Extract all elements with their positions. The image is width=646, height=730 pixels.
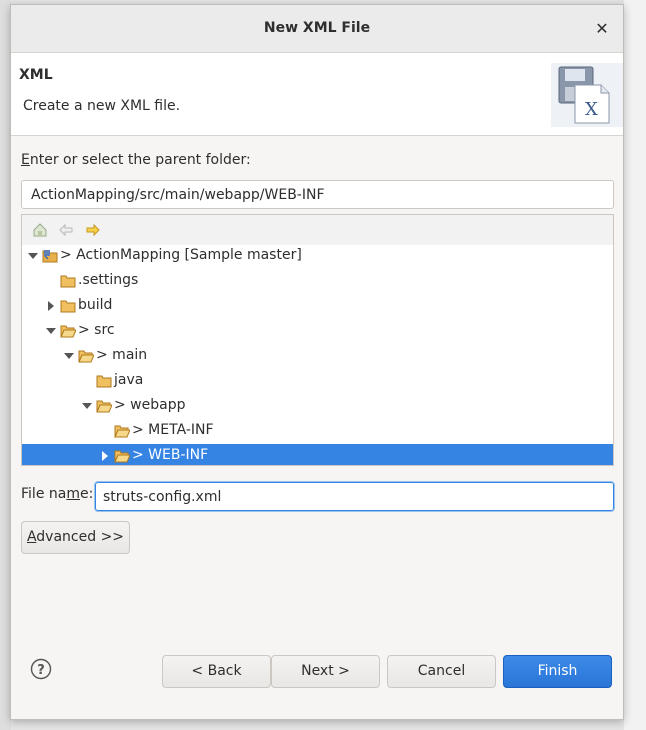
file-name-input[interactable] xyxy=(94,481,615,512)
dialog-titlebar: New XML File ✕ xyxy=(11,5,623,53)
back-button[interactable]: < Back xyxy=(162,655,271,688)
help-icon[interactable]: ? xyxy=(30,658,52,680)
tree-item-webapp[interactable]: > webapp xyxy=(22,394,613,419)
finish-button[interactable]: Finish xyxy=(503,655,612,688)
tree-item-label: > ActionMapping [Sample master] xyxy=(60,247,302,263)
tree-toolbar xyxy=(22,215,613,245)
tree-item-label: > META-INF xyxy=(132,422,214,438)
wizard-banner: XML Create a new XML file. X xyxy=(11,53,623,136)
tree-item-label: > src xyxy=(78,322,115,338)
open-folder-icon xyxy=(114,450,130,463)
forward-arrow-icon[interactable] xyxy=(84,221,102,239)
tree-item-label: > WEB-INF xyxy=(132,447,209,463)
tree-item-label: > main xyxy=(96,347,148,363)
folder-icon xyxy=(96,375,112,388)
project-icon xyxy=(42,250,58,263)
chevron-right-icon[interactable] xyxy=(46,301,56,311)
parent-folder-input[interactable] xyxy=(21,180,614,209)
chevron-down-icon[interactable] xyxy=(46,326,56,336)
advanced-button[interactable]: Advanced >> xyxy=(21,521,130,554)
open-folder-icon xyxy=(114,425,130,438)
open-folder-icon xyxy=(78,350,94,363)
tree-item-actionmapping[interactable]: > ActionMapping [Sample master] xyxy=(22,244,613,269)
tree-item-settings[interactable]: .settings xyxy=(22,269,613,294)
back-arrow-icon[interactable] xyxy=(57,221,75,239)
tree-item-label: java xyxy=(114,372,144,388)
tree-item-build[interactable]: build xyxy=(22,294,613,319)
chevron-down-icon[interactable] xyxy=(28,251,38,261)
svg-text:?: ? xyxy=(37,663,45,678)
close-button[interactable]: ✕ xyxy=(591,18,613,40)
background-ide-right xyxy=(624,0,646,730)
home-icon[interactable] xyxy=(31,221,49,239)
tree-item-label: > webapp xyxy=(114,397,186,413)
banner-title: XML xyxy=(19,67,53,83)
open-folder-icon xyxy=(60,325,76,338)
folder-icon xyxy=(60,300,76,313)
close-icon: ✕ xyxy=(595,19,609,38)
cancel-button[interactable]: Cancel xyxy=(387,655,496,688)
xml-file-wizard-icon: X xyxy=(551,63,623,127)
folder-icon xyxy=(60,275,76,288)
tree-item-label: .settings xyxy=(78,272,139,288)
svg-text:X: X xyxy=(585,99,598,120)
parent-folder-label: Enter or select the parent folder: xyxy=(21,152,251,168)
tree-item-web-inf[interactable]: > WEB-INF xyxy=(22,444,613,465)
tree-item-label: build xyxy=(78,297,113,313)
tree-item-src[interactable]: > src xyxy=(22,319,613,344)
tree-item-meta-inf[interactable]: > META-INF xyxy=(22,419,613,444)
banner-description: Create a new XML file. xyxy=(23,98,181,114)
file-name-label: File name: xyxy=(21,486,94,502)
open-folder-icon xyxy=(96,400,112,413)
new-xml-file-dialog: New XML File ✕ XML Create a new XML file… xyxy=(10,4,624,720)
dialog-title: New XML File xyxy=(263,20,371,36)
tree-item-main[interactable]: > main xyxy=(22,344,613,369)
chevron-right-icon[interactable] xyxy=(100,451,110,461)
folder-tree: > ActionMapping [Sample master] .setting… xyxy=(21,214,614,466)
tree-item-java[interactable]: java xyxy=(22,369,613,394)
chevron-down-icon[interactable] xyxy=(64,351,74,361)
chevron-down-icon[interactable] xyxy=(82,401,92,411)
next-button[interactable]: Next > xyxy=(271,655,380,688)
